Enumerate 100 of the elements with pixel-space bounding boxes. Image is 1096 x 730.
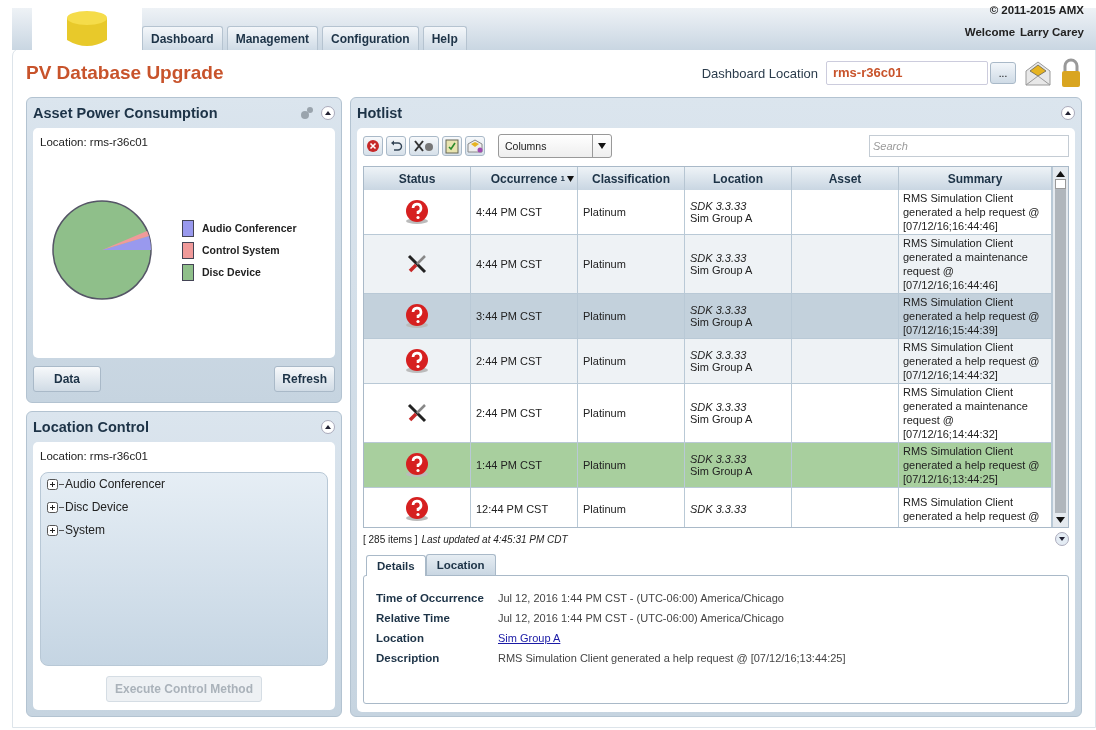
group-name: Sim Group A: [690, 264, 753, 276]
search-field[interactable]: Search: [869, 135, 1069, 157]
details-tab[interactable]: Details: [366, 555, 426, 576]
help-icon: [404, 199, 430, 225]
device-name: SDK 3.3.33: [690, 453, 747, 465]
field-label: Location: [376, 632, 425, 644]
sort-rank: 1: [560, 174, 565, 183]
panel-title: Hotlist: [357, 105, 403, 121]
field-label: Relative Time: [376, 612, 451, 624]
envelope-icon: [467, 139, 483, 153]
collapse-icon[interactable]: [321, 106, 335, 120]
table-cell: 2:44 PM CST: [471, 339, 578, 383]
legend-label: Control System: [202, 244, 280, 256]
table-cell: 4:44 PM CST: [471, 235, 578, 293]
location-label: Dashboard Location: [701, 65, 818, 81]
scroll-up-icon[interactable]: [1056, 171, 1065, 177]
table-cell: Platinum: [578, 384, 685, 442]
table-cell: 4:44 PM CST: [471, 190, 578, 234]
nav-tab[interactable]: Dashboard: [142, 26, 223, 50]
nav-tab[interactable]: Configuration: [322, 26, 419, 50]
table-cell: Platinum: [578, 488, 685, 527]
table-row[interactable]: 4:44 PM CST Platinum SDK 3.3.33 Sim Group A RMS Simulation Client generated a help request @ [07/12/16;16:44:46]: [364, 190, 1052, 235]
table-cell: 2:44 PM CST: [471, 384, 578, 442]
device-name: SDK 3.3.33: [690, 304, 747, 316]
clear-tools-button[interactable]: [409, 136, 439, 156]
legend-label: Disc Device: [202, 266, 261, 278]
delete-button[interactable]: [363, 136, 383, 156]
group-name: Sim Group A: [690, 361, 753, 373]
scrollbar[interactable]: [1052, 167, 1068, 527]
field-value: Jul 12, 2016 1:44 PM CST - (UTC-06:00) America/Chicago: [498, 612, 785, 624]
close-circle-icon: [366, 139, 380, 153]
last-updated-text: Last updated at 4:45:31 PM CDT: [421, 533, 568, 545]
table-cell: 3:44 PM CST: [471, 294, 578, 338]
columns-dropdown[interactable]: Columns: [498, 134, 612, 158]
table-cell: 1:44 PM CST: [471, 443, 578, 487]
undo-button[interactable]: [386, 136, 406, 156]
table-row[interactable]: 2:44 PM CST Platinum SDK 3.3.33 Sim Group A RMS Simulation Client generated a help request @ [07/12/16;14:44:32]: [364, 339, 1052, 384]
nav-tab[interactable]: Management: [226, 26, 319, 50]
tree-item[interactable]: Audio Conferencer: [65, 477, 166, 491]
sort-down-icon: [567, 175, 574, 182]
item-count: [ 285 items ]: [363, 533, 418, 545]
welcome-text: Welcome: [964, 26, 1016, 38]
table-row[interactable]: 4:44 PM CST Platinum SDK 3.3.33 Sim Group A RMS Simulation Client generated a maintenance request @ [07/12/16;16:44:46]: [364, 235, 1052, 294]
undo-icon: [389, 139, 403, 153]
scroll-thumb[interactable]: [1055, 179, 1066, 513]
table-cell: Platinum: [578, 190, 685, 234]
envelope-icon[interactable]: [1024, 59, 1052, 87]
panel-title: Location Control: [33, 419, 149, 435]
expand-icon[interactable]: [47, 501, 65, 513]
legend-label: Audio Conferencer: [202, 222, 297, 234]
browse-button[interactable]: ...: [990, 62, 1016, 84]
device-name: SDK 3.3.33: [690, 252, 747, 264]
group-name: Sim Group A: [690, 413, 753, 425]
collapse-icon[interactable]: [1061, 106, 1075, 120]
table-row[interactable]: 2:44 PM CST Platinum SDK 3.3.33 Sim Group A RMS Simulation Client generated a maintenance request @ [07/12/16;14:44:32]: [364, 384, 1052, 443]
field-label: Description: [376, 652, 441, 664]
panel-button[interactable]: Data: [33, 366, 101, 392]
expand-icon[interactable]: [47, 524, 65, 536]
location-text: Location: rms-r36c01: [40, 136, 150, 148]
location-field[interactable]: rms-r36c01: [826, 61, 988, 85]
group-name: Sim Group A: [690, 212, 753, 224]
expand-icon[interactable]: [47, 478, 65, 490]
wrench-screwdriver-icon: [406, 253, 428, 275]
table-row[interactable]: 3:44 PM CST Platinum SDK 3.3.33 Sim Group A RMS Simulation Client generated a help request @ [07/12/16;15:44:39]: [364, 294, 1052, 339]
group-name: Sim Group A: [690, 465, 753, 477]
panel-button[interactable]: Refresh: [274, 366, 335, 392]
table-cell: Platinum: [578, 339, 685, 383]
caret-icon: [598, 143, 606, 149]
table-cell: Platinum: [578, 235, 685, 293]
help-icon: [404, 303, 430, 329]
location-text: Location: rms-r36c01: [40, 450, 150, 462]
expand-icon[interactable]: [1055, 532, 1069, 546]
collapse-icon[interactable]: [321, 420, 335, 434]
details-tab[interactable]: Location: [425, 554, 496, 575]
copyright-text: © 2011-2015 AMX: [989, 4, 1084, 16]
help-icon: [404, 496, 430, 522]
table-cell: 12:44 PM CST: [471, 488, 578, 527]
panel-title: Asset Power Consumption: [33, 105, 218, 121]
table-row[interactable]: 1:44 PM CST Platinum SDK 3.3.33 Sim Group A RMS Simulation Client generated a help request @ [07/12/16;13:44:25]: [364, 443, 1052, 488]
group-name: Sim Group A: [690, 316, 753, 328]
clipboard-button[interactable]: [442, 136, 462, 156]
help-icon: [404, 452, 430, 478]
device-name: SDK 3.3.33: [690, 401, 747, 413]
device-name: SDK 3.3.33: [690, 200, 747, 212]
location-link[interactable]: Sim Group A: [498, 632, 561, 644]
help-icon: [404, 348, 430, 374]
device-name: SDK 3.3.33: [690, 503, 747, 515]
scroll-down-icon[interactable]: [1056, 517, 1065, 523]
tree-item[interactable]: Disc Device: [65, 500, 129, 514]
table-cell: Platinum: [578, 294, 685, 338]
field-value: Jul 12, 2016 1:44 PM CST - (UTC-06:00) America/Chicago: [498, 592, 785, 604]
table-cell: Platinum: [578, 443, 685, 487]
tree-item[interactable]: System: [65, 523, 105, 537]
device-name: SDK 3.3.33: [690, 349, 747, 361]
nav-tab[interactable]: Help: [422, 26, 467, 50]
export-button[interactable]: [465, 136, 485, 156]
padlock-icon[interactable]: [1060, 58, 1082, 88]
page-title: PV Database Upgrade: [26, 62, 224, 84]
user-name: Larry Carey: [1020, 26, 1084, 38]
wrench-screwdriver-icon: [406, 402, 428, 424]
